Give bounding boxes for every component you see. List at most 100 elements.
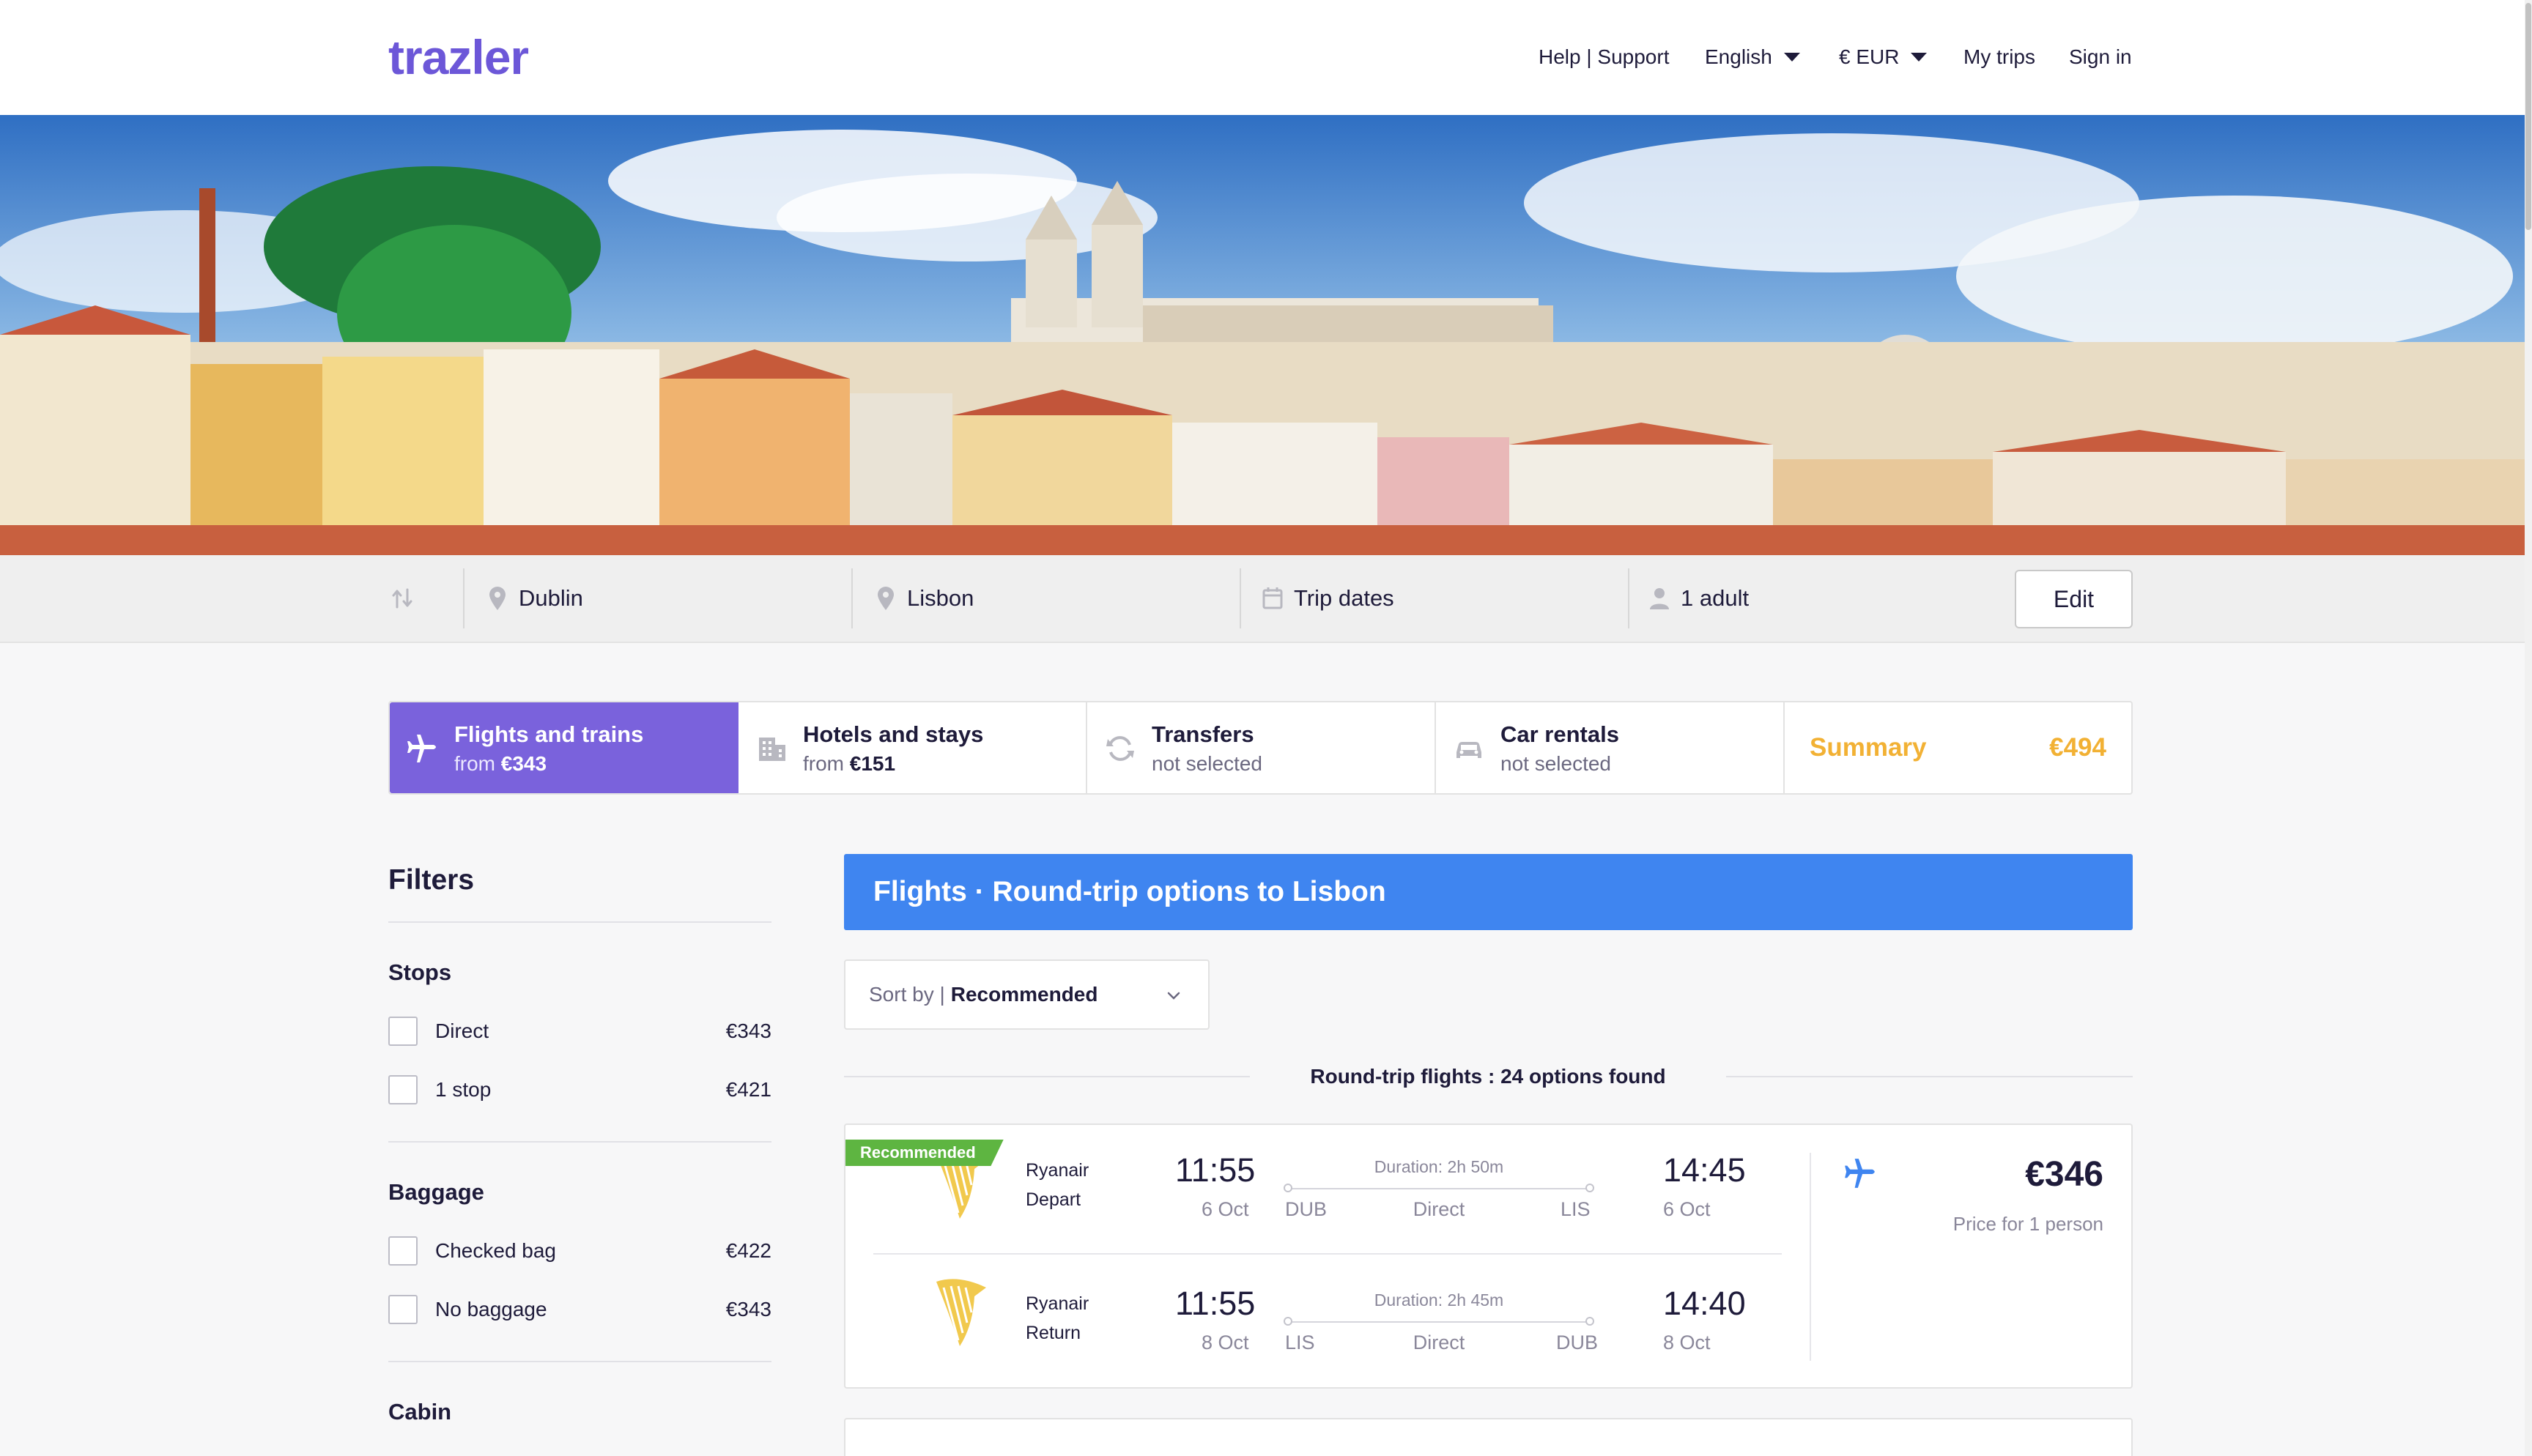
divider	[388, 1141, 771, 1143]
tab-subtitle-prefix: not selected	[1152, 752, 1262, 775]
departure-date: 8 Oct	[1202, 1331, 1249, 1353]
site-header: trazler Help | Support English € EUR My …	[0, 0, 2532, 115]
route-line	[1284, 1317, 1594, 1326]
baggage-heading: Baggage	[388, 1179, 484, 1205]
sort-dropdown[interactable]: Sort by | Recommended	[844, 959, 1210, 1030]
ryanair-harp-logo	[936, 1279, 986, 1346]
help-support-link[interactable]: Help | Support	[1539, 42, 1670, 72]
checkbox[interactable]	[388, 1075, 418, 1104]
language-label: English	[1705, 45, 1772, 68]
filter-checked-bag[interactable]: Checked bag €422	[388, 1235, 771, 1267]
swap-icon	[392, 588, 412, 609]
filter-label: No baggage	[435, 1298, 547, 1321]
car-icon	[1456, 742, 1481, 758]
currency-select[interactable]: € EUR	[1839, 42, 1928, 72]
my-trips-link[interactable]: My trips	[1963, 42, 2035, 72]
leg-direction: Return	[1026, 1323, 1081, 1343]
separator	[463, 568, 464, 628]
flight-duration: Duration: 2h 50m	[1374, 1157, 1504, 1176]
destination-code: LIS	[1561, 1198, 1591, 1220]
flight-price: €346	[2025, 1155, 2103, 1194]
chevron-down-icon	[1167, 992, 1180, 1000]
dates-field[interactable]: Trip dates	[1262, 568, 1394, 628]
tab-subtitle-value: €343	[500, 752, 547, 775]
dates-value: Trip dates	[1294, 585, 1394, 611]
tab-subtitle: from €343	[454, 752, 547, 776]
tab-subtitle-value: €151	[849, 752, 896, 775]
separator	[1240, 568, 1241, 628]
language-select[interactable]: English	[1705, 42, 1800, 72]
filter-direct[interactable]: Direct €343	[388, 1015, 771, 1047]
tab-subtitle-prefix: from	[803, 752, 850, 775]
page-scrollbar[interactable]	[2525, 0, 2532, 1456]
departure-time: 11:55	[1175, 1285, 1256, 1322]
airline-name: Ryanair	[1026, 1160, 1089, 1181]
divider	[873, 1253, 1782, 1255]
calendar-icon	[1262, 587, 1283, 609]
origin-field[interactable]: Dublin	[486, 568, 583, 628]
sign-in-link[interactable]: Sign in	[2069, 42, 2132, 72]
filter-1-stop[interactable]: 1 stop €421	[388, 1074, 771, 1106]
tab-subtitle-prefix: not selected	[1500, 752, 1611, 775]
arrival-date: 8 Oct	[1663, 1331, 1711, 1353]
tab-subtitle-prefix: from	[454, 752, 501, 775]
tab-flights-and-trains[interactable]: Flights and trains from €343	[390, 702, 738, 793]
location-pin-icon	[489, 587, 506, 610]
route-dot	[1585, 1317, 1594, 1326]
filters-title: Filters	[388, 864, 475, 896]
checkbox[interactable]	[388, 1236, 418, 1266]
flight-duration: Duration: 2h 45m	[1374, 1290, 1504, 1310]
tab-summary[interactable]: Summary €494	[1785, 702, 2131, 793]
sort-value: Recommended	[950, 983, 1098, 1006]
departure-date: 6 Oct	[1202, 1198, 1249, 1220]
edit-search-button[interactable]: Edit	[2015, 570, 2133, 628]
filter-label: Checked bag	[435, 1239, 557, 1262]
filter-price: €421	[725, 1078, 771, 1101]
travellers-field[interactable]: 1 adult	[1648, 568, 1749, 628]
airline-name: Ryanair	[1026, 1293, 1089, 1314]
hero-image	[0, 115, 2525, 555]
filter-label: 1 stop	[435, 1078, 492, 1101]
caret-down-icon	[1783, 53, 1800, 62]
tab-transfers[interactable]: Transfers not selected	[1087, 702, 1436, 793]
filter-label: Direct	[435, 1019, 489, 1042]
person-icon	[1650, 588, 1669, 609]
tab-car-rentals[interactable]: Car rentals not selected	[1436, 702, 1785, 793]
results-header: Flights · Round-trip options to Lisbon	[844, 854, 2133, 930]
tab-subtitle: from €151	[803, 752, 895, 776]
origin-value: Dublin	[519, 585, 583, 611]
checkbox[interactable]	[388, 1017, 418, 1046]
swap-button[interactable]	[391, 568, 423, 628]
tab-title: Flights and trains	[454, 721, 644, 747]
filter-price: €422	[725, 1239, 771, 1262]
route-dot	[1585, 1184, 1594, 1192]
price-note: Price for 1 person	[1952, 1213, 2103, 1235]
filter-price: €343	[725, 1298, 771, 1321]
stops-label: Direct	[1413, 1198, 1465, 1220]
tab-title: Hotels and stays	[803, 721, 984, 747]
flight-card-next[interactable]	[844, 1418, 2133, 1456]
filter-no-baggage[interactable]: No baggage €343	[388, 1293, 771, 1326]
destination-field[interactable]: Lisbon	[875, 568, 974, 628]
separator	[1628, 568, 1629, 628]
summary-label: Summary	[1810, 733, 1927, 762]
divider	[388, 921, 771, 923]
scrollbar-thumb[interactable]	[2525, 3, 2531, 230]
separator	[851, 568, 853, 628]
tab-hotels-and-stays[interactable]: Hotels and stays from €151	[738, 702, 1087, 793]
trazler-logo[interactable]: trazler	[388, 29, 529, 85]
tab-title: Car rentals	[1500, 721, 1619, 747]
divider	[1810, 1153, 1811, 1361]
results-count: Round-trip flights : 24 options found	[1250, 1062, 1726, 1091]
currency-label: € EUR	[1839, 45, 1900, 68]
plane-icon	[1845, 1159, 1875, 1188]
route-dot	[1284, 1184, 1292, 1192]
flight-card[interactable]: Ryanair Depart 11:55 6 Oct Duration: 2h …	[844, 1123, 2133, 1389]
leg-direction: Depart	[1026, 1189, 1081, 1210]
tab-subtitle: not selected	[1152, 752, 1262, 776]
trip-search-bar: Dublin Lisbon Trip dates 1 adult Edit	[0, 555, 2525, 643]
route-dot	[1284, 1317, 1292, 1326]
checkbox[interactable]	[388, 1295, 418, 1324]
arrival-time: 14:40	[1663, 1285, 1746, 1322]
booking-tabs: Flights and trains from €343 Hotels and …	[388, 701, 2133, 795]
